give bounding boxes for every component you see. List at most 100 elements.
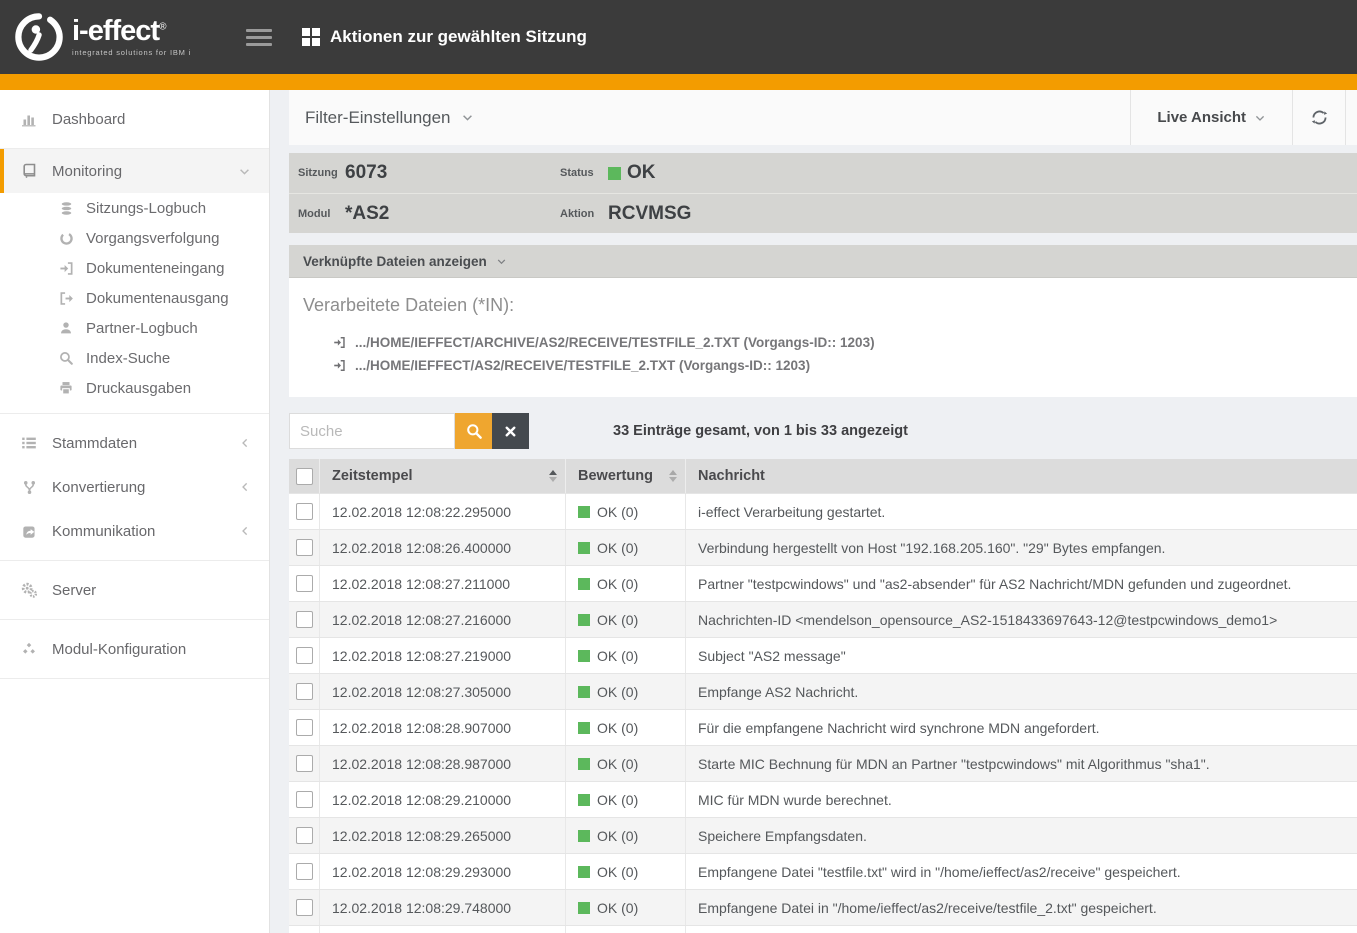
session-id-label: Sitzung: [289, 167, 345, 179]
status-ok-square: [578, 830, 590, 842]
status-ok-square: [578, 686, 590, 698]
select-all-checkbox[interactable]: [296, 468, 313, 485]
sidebar-item-partner-logbuch[interactable]: Partner-Logbuch: [0, 313, 269, 343]
search-icon: [56, 351, 76, 365]
table-row[interactable]: 12.02.2018 12:08:22.295000 OK (0) i-effe…: [289, 493, 1357, 529]
search-button[interactable]: [455, 413, 492, 449]
table-row[interactable]: 12.02.2018 12:08:28.907000 OK (0) Für di…: [289, 709, 1357, 745]
row-checkbox[interactable]: [296, 755, 313, 772]
clear-search-button[interactable]: [492, 413, 529, 449]
logo-name: i-effect®: [72, 17, 191, 46]
processed-file-link[interactable]: .../HOME/IEFFECT/AS2/RECEIVE/TESTFILE_2.…: [333, 354, 1343, 377]
hamburger-menu-icon[interactable]: [246, 25, 272, 50]
sign-in-icon: [333, 336, 346, 349]
message-cell: Empfange AS2 Nachricht.: [686, 674, 1357, 709]
list-icon: [18, 435, 40, 451]
row-checkbox[interactable]: [296, 827, 313, 844]
table-row[interactable]: 12.02.2018 12:08:27.219000 OK (0) Subjec…: [289, 637, 1357, 673]
filter-settings-label: Filter-Einstellungen: [305, 108, 451, 128]
row-checkbox[interactable]: [296, 791, 313, 808]
table-row[interactable]: 12.02.2018 12:08:29.293000 OK (0) Empfan…: [289, 853, 1357, 889]
rating-cell: OK (0): [566, 530, 686, 565]
app-logo[interactable]: i-effect® integrated solutions for IBM i: [14, 12, 224, 62]
sidebar-item-dashboard[interactable]: Dashboard: [0, 97, 269, 141]
sidebar-item-druckausgaben[interactable]: Druckausgaben: [0, 373, 269, 403]
sidebar-item-kommunikation[interactable]: Kommunikation: [0, 509, 269, 553]
close-icon: [504, 425, 517, 438]
filter-bar-stub: [1345, 90, 1357, 145]
table-row[interactable]: 12.02.2018 12:08:29.748000 OK (0) Empfan…: [289, 889, 1357, 925]
table-row[interactable]: 12.02.2018 12:08:26.400000 OK (0) Verbin…: [289, 529, 1357, 565]
sidebar-item-konvertierung[interactable]: Konvertierung: [0, 465, 269, 509]
row-checkbox[interactable]: [296, 539, 313, 556]
message-cell: Speichere Empfangsdaten.: [686, 818, 1357, 853]
processed-file-link[interactable]: .../HOME/IEFFECT/ARCHIVE/AS2/RECEIVE/TES…: [333, 331, 1343, 354]
row-checkbox[interactable]: [296, 503, 313, 520]
code-branch-icon: [18, 480, 40, 495]
user-icon: [56, 321, 76, 335]
status-value: OK: [627, 162, 656, 184]
filter-settings-toggle[interactable]: Filter-Einstellungen: [289, 108, 1130, 128]
database-icon: [56, 201, 76, 216]
rating-cell: OK (0): [566, 890, 686, 925]
row-checkbox[interactable]: [296, 863, 313, 880]
message-cell: Empfangene Datei "testfile.txt" wird in …: [686, 854, 1357, 889]
message-cell: Partner "testpcwindows" und "as2-absende…: [686, 566, 1357, 601]
sort-asc-icon: [549, 470, 557, 482]
search-row: 33 Einträge gesamt, von 1 bis 33 angezei…: [289, 413, 1357, 449]
status-ok-square: [578, 614, 590, 626]
status-ok-square: [578, 578, 590, 590]
status-ok-square: [578, 866, 590, 878]
message-cell: MIC für MDN wurde berechnet.: [686, 782, 1357, 817]
row-checkbox[interactable]: [296, 575, 313, 592]
row-checkbox[interactable]: [296, 611, 313, 628]
chevron-down-icon: [461, 111, 474, 124]
filter-bar: Filter-Einstellungen Live Ansicht: [289, 90, 1357, 145]
column-header-bewertung[interactable]: Bewertung: [566, 459, 686, 493]
table-row[interactable]: 12.02.2018 12:08:28.987000 OK (0) Starte…: [289, 745, 1357, 781]
sidebar-item-server[interactable]: Server: [0, 568, 269, 612]
sidebar: Dashboard Monitoring Sitzungs-Logbuch Vo…: [0, 90, 270, 933]
table-row[interactable]: 12.02.2018 12:08:27.211000 OK (0) Partne…: [289, 565, 1357, 601]
column-header-zeitstempel[interactable]: Zeitstempel: [320, 459, 566, 493]
message-cell: Verbindung hergestellt von Host "192.168…: [686, 530, 1357, 565]
search-input[interactable]: [289, 413, 455, 449]
table-row[interactable]: 12.02.2018 12:08:27.216000 OK (0) Nachri…: [289, 601, 1357, 637]
sidebar-item-monitoring[interactable]: Monitoring: [0, 149, 269, 193]
sidebar-item-label: Stammdaten: [52, 435, 137, 452]
book-icon: [18, 163, 40, 179]
action-value: RCVMSG: [608, 203, 691, 225]
row-checkbox[interactable]: [296, 683, 313, 700]
module-value: *AS2: [345, 203, 448, 225]
table-row[interactable]: 12.02.2018 12:08:27.305000 OK (0) Empfan…: [289, 673, 1357, 709]
row-checkbox[interactable]: [296, 719, 313, 736]
grid-icon: [302, 28, 320, 46]
sidebar-item-modul-konfiguration[interactable]: Modul-Konfiguration: [0, 627, 269, 671]
status-ok-square: [608, 167, 621, 180]
live-view-dropdown[interactable]: Live Ansicht: [1130, 90, 1292, 145]
cubes-icon: [18, 641, 40, 657]
chevron-left-icon: [239, 525, 251, 537]
logo-tagline: integrated solutions for IBM i: [72, 49, 191, 57]
row-checkbox[interactable]: [296, 899, 313, 916]
message-cell: Nachrichten-ID <mendelson_opensource_AS2…: [686, 602, 1357, 637]
chevron-down-icon: [1254, 112, 1266, 124]
refresh-button[interactable]: [1292, 90, 1345, 145]
table-row[interactable]: 12.02.2018 12:08:29.798000 OK (0) Erstel…: [289, 925, 1357, 933]
share-icon: [18, 524, 40, 539]
entries-summary: 33 Einträge gesamt, von 1 bis 33 angezei…: [613, 423, 908, 439]
sidebar-item-index-suche[interactable]: Index-Suche: [0, 343, 269, 373]
row-checkbox[interactable]: [296, 647, 313, 664]
rating-cell: OK (0): [566, 782, 686, 817]
session-info-panel: Sitzung 6073 Status OK Modul *AS2 Aktion…: [289, 153, 1357, 233]
rating-cell: OK (0): [566, 926, 686, 933]
sidebar-item-stammdaten[interactable]: Stammdaten: [0, 421, 269, 465]
table-row[interactable]: 12.02.2018 12:08:29.265000 OK (0) Speich…: [289, 817, 1357, 853]
sidebar-item-dokumentenausgang[interactable]: Dokumentenausgang: [0, 283, 269, 313]
table-row[interactable]: 12.02.2018 12:08:29.210000 OK (0) MIC fü…: [289, 781, 1357, 817]
sidebar-item-dokumenteneingang[interactable]: Dokumenteneingang: [0, 253, 269, 283]
sidebar-item-vorgangsverfolgung[interactable]: Vorgangsverfolgung: [0, 223, 269, 253]
sidebar-item-sitzungs-logbuch[interactable]: Sitzungs-Logbuch: [0, 193, 269, 223]
sidebar-subitem-label: Index-Suche: [86, 350, 170, 367]
linked-files-toggle[interactable]: Verknüpfte Dateien anzeigen: [289, 245, 1357, 278]
